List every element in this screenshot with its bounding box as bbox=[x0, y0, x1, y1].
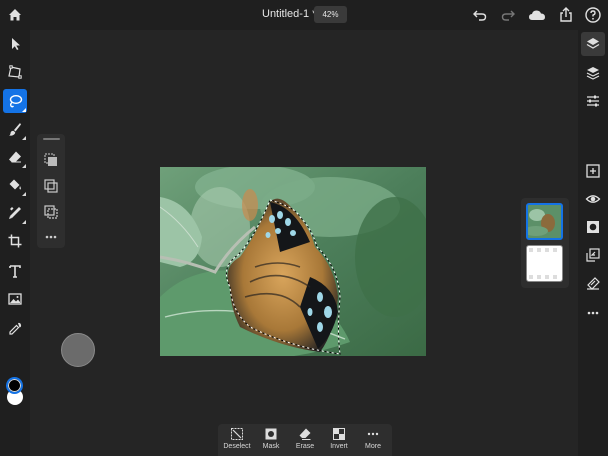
arrow-pointer-icon bbox=[12, 38, 20, 50]
tool-options-indicator bbox=[22, 220, 26, 224]
crop-icon bbox=[8, 234, 22, 248]
help-button[interactable] bbox=[583, 5, 603, 25]
mask-label: Mask bbox=[262, 443, 280, 450]
eraser-icon bbox=[299, 428, 311, 440]
healing-brush-tool[interactable] bbox=[3, 201, 27, 225]
eraser-tool[interactable] bbox=[3, 145, 27, 169]
document-title[interactable]: Untitled-1 * bbox=[262, 8, 316, 20]
brush-tool[interactable] bbox=[3, 117, 27, 141]
layers-button[interactable] bbox=[581, 32, 605, 56]
layer-properties-icon bbox=[586, 67, 600, 80]
layer-properties-button[interactable] bbox=[581, 61, 605, 85]
eyedropper-icon bbox=[9, 322, 22, 335]
selection-taskbar: Deselect Mask Erase Invert More bbox=[218, 424, 392, 456]
invert-selection-icon bbox=[333, 428, 345, 440]
home-button[interactable] bbox=[5, 5, 25, 25]
layer-thumbnail-blank[interactable] bbox=[526, 245, 563, 282]
select-tool[interactable] bbox=[3, 32, 27, 56]
more-layer-options-button[interactable] bbox=[581, 301, 605, 325]
transform-icon bbox=[8, 65, 22, 79]
tool-options-indicator bbox=[22, 108, 26, 112]
layer-mask-button[interactable] bbox=[581, 215, 605, 239]
add-layer-icon bbox=[586, 164, 600, 178]
redo-icon bbox=[501, 10, 515, 21]
cloud-icon bbox=[529, 10, 545, 20]
clip-icon bbox=[587, 277, 600, 290]
deselect-button[interactable]: Deselect bbox=[220, 427, 254, 455]
sliders-icon bbox=[587, 95, 599, 107]
invert-button[interactable]: Invert bbox=[322, 427, 356, 455]
add-selection-icon bbox=[44, 179, 58, 193]
more-dots-icon bbox=[587, 311, 599, 315]
left-toolbar bbox=[0, 30, 30, 456]
more-dots-icon bbox=[45, 235, 57, 239]
mask-icon bbox=[265, 428, 277, 440]
new-selection-icon bbox=[44, 153, 57, 166]
butterfly-photo bbox=[160, 167, 426, 356]
tool-options-indicator bbox=[22, 164, 26, 168]
invert-label: Invert bbox=[330, 443, 348, 450]
layers-thumbnail-panel bbox=[521, 198, 569, 288]
top-bar: Untitled-1 * 42% bbox=[0, 0, 608, 30]
deselect-icon bbox=[231, 428, 243, 440]
type-icon bbox=[9, 265, 21, 278]
place-image-tool[interactable] bbox=[3, 287, 27, 311]
healing-icon bbox=[9, 207, 21, 219]
eye-icon bbox=[585, 195, 601, 203]
layer-visibility-button[interactable] bbox=[581, 187, 605, 211]
undo-icon bbox=[473, 10, 487, 21]
arrange-icon bbox=[586, 248, 600, 262]
adjustments-button[interactable] bbox=[581, 89, 605, 113]
selection-more-button[interactable] bbox=[42, 228, 60, 246]
right-toolbar bbox=[578, 30, 608, 456]
brush-icon bbox=[9, 123, 21, 136]
mask-button[interactable]: Mask bbox=[254, 427, 288, 455]
mask-icon bbox=[587, 221, 599, 233]
layer-photo-preview bbox=[528, 205, 561, 238]
deselect-label: Deselect bbox=[223, 443, 251, 450]
share-icon bbox=[560, 7, 572, 22]
fill-tool[interactable] bbox=[3, 173, 27, 197]
add-layer-button[interactable] bbox=[581, 159, 605, 183]
subtract-from-selection-button[interactable] bbox=[42, 203, 60, 221]
home-icon bbox=[9, 9, 21, 21]
eyedropper-tool[interactable] bbox=[3, 317, 27, 341]
zoom-level[interactable]: 42% bbox=[314, 6, 347, 23]
type-tool[interactable] bbox=[3, 259, 27, 283]
clip-layer-button[interactable] bbox=[581, 271, 605, 295]
selection-options-panel bbox=[37, 134, 65, 248]
add-to-selection-button[interactable] bbox=[42, 177, 60, 195]
paint-bucket-icon bbox=[9, 179, 21, 190]
touch-shortcut-button[interactable] bbox=[61, 333, 95, 367]
erase-button[interactable]: Erase bbox=[288, 427, 322, 455]
erase-label: Erase bbox=[295, 443, 315, 450]
redo-button[interactable] bbox=[498, 5, 518, 25]
layers-icon bbox=[586, 38, 600, 49]
layer-thumbnail-photo[interactable] bbox=[526, 203, 563, 240]
new-selection-button[interactable] bbox=[42, 151, 60, 169]
more-button[interactable]: More bbox=[356, 427, 390, 455]
more-label: More bbox=[365, 443, 381, 450]
tool-options-indicator bbox=[22, 192, 26, 196]
more-dots-icon bbox=[367, 432, 379, 436]
document-canvas[interactable] bbox=[160, 167, 426, 356]
arrange-layer-button[interactable] bbox=[581, 243, 605, 267]
panel-drag-handle[interactable] bbox=[43, 138, 60, 140]
crop-tool[interactable] bbox=[3, 229, 27, 253]
tool-options-indicator bbox=[22, 136, 26, 140]
cloud-button[interactable] bbox=[527, 5, 547, 25]
transform-tool[interactable] bbox=[3, 60, 27, 84]
help-icon bbox=[585, 7, 601, 23]
foreground-color-swatch[interactable] bbox=[6, 377, 23, 394]
image-icon bbox=[8, 293, 22, 305]
share-button[interactable] bbox=[556, 5, 576, 25]
undo-button[interactable] bbox=[470, 5, 490, 25]
layer-blank-preview bbox=[529, 248, 557, 279]
lasso-icon bbox=[9, 95, 23, 108]
subtract-selection-icon bbox=[44, 205, 58, 219]
lasso-select-tool[interactable] bbox=[3, 89, 27, 113]
eraser-icon bbox=[9, 151, 21, 163]
